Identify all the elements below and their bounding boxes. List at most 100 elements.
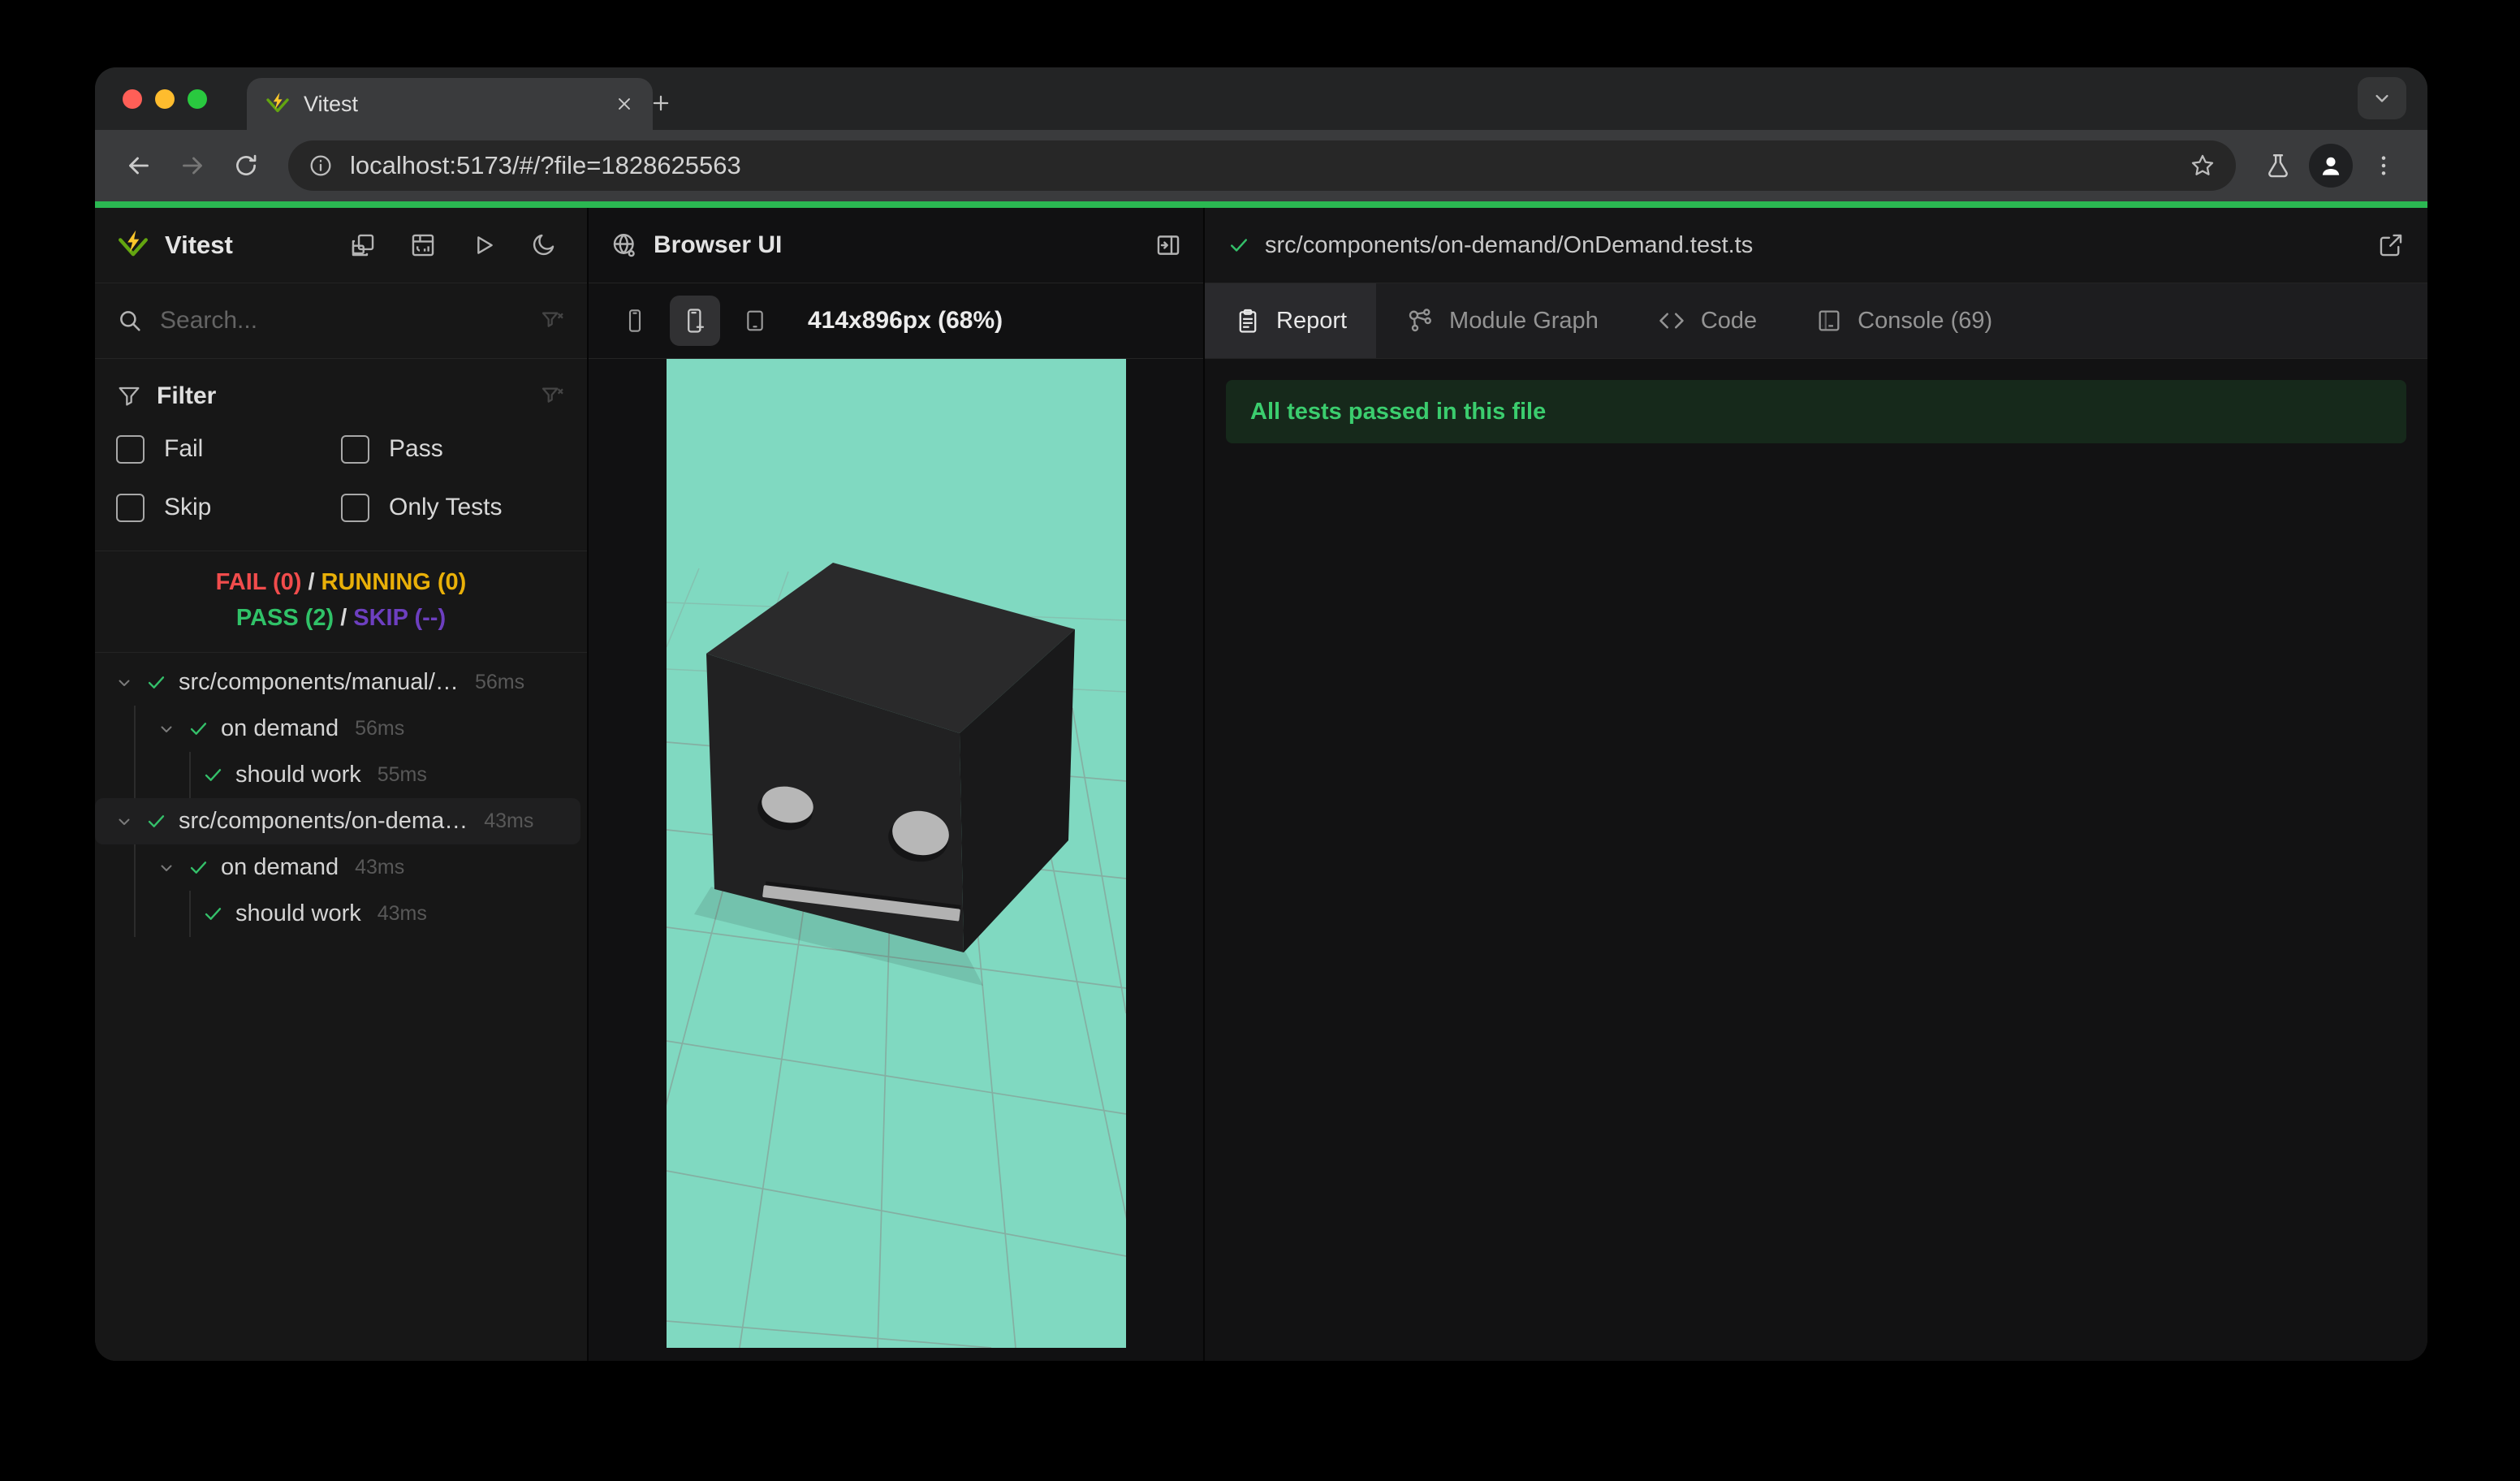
filter-checkbox[interactable]: Fail <box>116 427 341 471</box>
fail-count: FAIL (0) <box>215 569 302 595</box>
clear-filter-icon[interactable] <box>540 383 566 409</box>
test-name: on demand <box>221 715 339 741</box>
test-preview-iframe[interactable] <box>666 359 1126 1348</box>
open-external-icon[interactable] <box>2377 231 2405 259</box>
test-duration: 56ms <box>355 717 405 740</box>
device-preset-button[interactable] <box>610 296 660 346</box>
test-tree-row[interactable]: src/components/manual/… 56ms <box>95 659 580 706</box>
collapse-tests-icon[interactable] <box>340 222 386 268</box>
filter-title: Filter <box>157 382 217 409</box>
bookmark-star-icon[interactable] <box>2189 152 2216 179</box>
report-icon <box>1234 307 1262 335</box>
tab-search-chevron-button[interactable] <box>2358 77 2406 119</box>
test-tree-row[interactable]: on demand 56ms <box>95 706 580 752</box>
test-duration: 43ms <box>377 902 427 925</box>
file-path-bar: src/components/on-demand/OnDemand.test.t… <box>1205 208 2427 283</box>
filter-checkbox[interactable]: Pass <box>341 427 566 471</box>
run-all-play-icon[interactable] <box>460 222 506 268</box>
browser-menu-kebab-icon[interactable] <box>2361 143 2406 188</box>
test-tree: src/components/manual/… 56ms on demand 5… <box>95 653 587 943</box>
device-preset-button[interactable] <box>670 296 720 346</box>
report-tab[interactable]: Module Graph <box>1376 283 1628 358</box>
report-content: All tests passed in this file <box>1205 359 2427 1361</box>
checkbox-label: Pass <box>389 435 443 462</box>
url-input[interactable] <box>348 150 2174 181</box>
vitest-logo-icon <box>116 228 150 262</box>
app-title: Vitest <box>165 231 233 259</box>
test-tree-row[interactable]: should work 55ms <box>95 752 580 798</box>
chevron-down-icon[interactable] <box>157 719 176 739</box>
report-tabs: Report Module Graph Code Console (69) <box>1205 283 2427 359</box>
profile-avatar[interactable] <box>2309 144 2353 188</box>
test-tree-row[interactable]: on demand 43ms <box>95 844 580 891</box>
tab-label: Console (69) <box>1858 307 1993 334</box>
device-presets <box>610 296 780 346</box>
code-icon <box>1657 306 1686 335</box>
test-duration: 43ms <box>484 810 534 832</box>
filter-checkbox[interactable]: Skip <box>116 486 341 529</box>
test-tree-row[interactable]: should work 43ms <box>95 891 580 937</box>
search-icon <box>116 307 144 335</box>
zoom-window-button[interactable] <box>188 89 207 109</box>
panel-title: Browser UI <box>654 231 783 258</box>
pass-check-icon <box>188 718 209 740</box>
tablet-minus-icon <box>742 308 768 334</box>
pass-count: PASS (2) <box>235 605 334 631</box>
test-duration: 56ms <box>474 671 525 693</box>
report-tab[interactable]: Console (69) <box>1786 283 2022 358</box>
pass-check-icon <box>145 671 167 693</box>
dark-mode-moon-icon[interactable] <box>520 222 566 268</box>
test-summary: FAIL (0) / RUNNING (0) PASS (2) / SKIP (--) <box>95 551 587 653</box>
pass-check-icon <box>1228 234 1250 257</box>
filter-checkbox[interactable]: Only Tests <box>341 486 566 529</box>
chevron-down-icon[interactable] <box>114 673 134 693</box>
browser-tab[interactable]: Vitest <box>247 78 653 130</box>
test-name: should work <box>235 762 361 788</box>
module-graph-icon <box>1405 306 1435 335</box>
omnibox[interactable] <box>288 140 2236 191</box>
browser-ui-header: Browser UI <box>589 208 1203 283</box>
minimize-window-button[interactable] <box>155 89 175 109</box>
new-tab-button[interactable] <box>641 83 681 123</box>
device-preset-button[interactable] <box>730 296 780 346</box>
search-bar <box>95 283 587 359</box>
dashboard-icon[interactable] <box>400 222 446 268</box>
checkbox-label: Skip <box>164 494 212 520</box>
site-info-icon[interactable] <box>308 153 334 179</box>
report-panel: src/components/on-demand/OnDemand.test.t… <box>1205 208 2427 1361</box>
checkbox-label: Only Tests <box>389 494 503 520</box>
globe-icon <box>610 231 639 260</box>
forward-button[interactable] <box>170 143 215 188</box>
test-name: src/components/on-dema… <box>179 808 468 834</box>
running-count: RUNNING (0) <box>321 569 467 595</box>
browser-toolbar <box>95 130 2427 201</box>
browser-window: Vitest localhost:5173/#/?file=1828625563… <box>95 67 2427 1361</box>
test-progress-bar <box>95 201 2427 208</box>
checkbox-box[interactable] <box>341 493 369 522</box>
close-window-button[interactable] <box>123 89 142 109</box>
checkbox-label: Fail <box>164 435 204 462</box>
clear-filter-icon[interactable] <box>540 308 566 334</box>
console-icon <box>1815 307 1843 335</box>
checkbox-box[interactable] <box>116 434 145 464</box>
sidebar-header: Vitest <box>95 208 587 283</box>
report-tab[interactable]: Code <box>1628 283 1786 358</box>
dock-panel-right-icon[interactable] <box>1154 231 1182 259</box>
back-button[interactable] <box>116 143 162 188</box>
chevron-down-icon[interactable] <box>114 812 134 831</box>
chevron-down-icon[interactable] <box>157 858 176 878</box>
test-tree-row[interactable]: src/components/on-dema… 43ms <box>95 798 580 844</box>
browser-tabstrip: Vitest <box>95 67 2427 130</box>
checkbox-box[interactable] <box>341 434 369 464</box>
report-tab[interactable]: Report <box>1205 283 1377 358</box>
preview-stage <box>589 359 1203 1361</box>
tab-label: Report <box>1276 307 1348 334</box>
tab-label: Code <box>1700 307 1758 334</box>
checkbox-box[interactable] <box>116 493 145 522</box>
filter-section: Filter Fail Pass Skip Only Tests <box>95 359 587 551</box>
skip-count: SKIP (--) <box>353 605 447 631</box>
reload-button[interactable] <box>223 143 269 188</box>
experiments-flask-icon[interactable] <box>2255 143 2301 188</box>
search-input[interactable] <box>158 306 525 335</box>
tab-close-icon[interactable] <box>614 93 635 114</box>
